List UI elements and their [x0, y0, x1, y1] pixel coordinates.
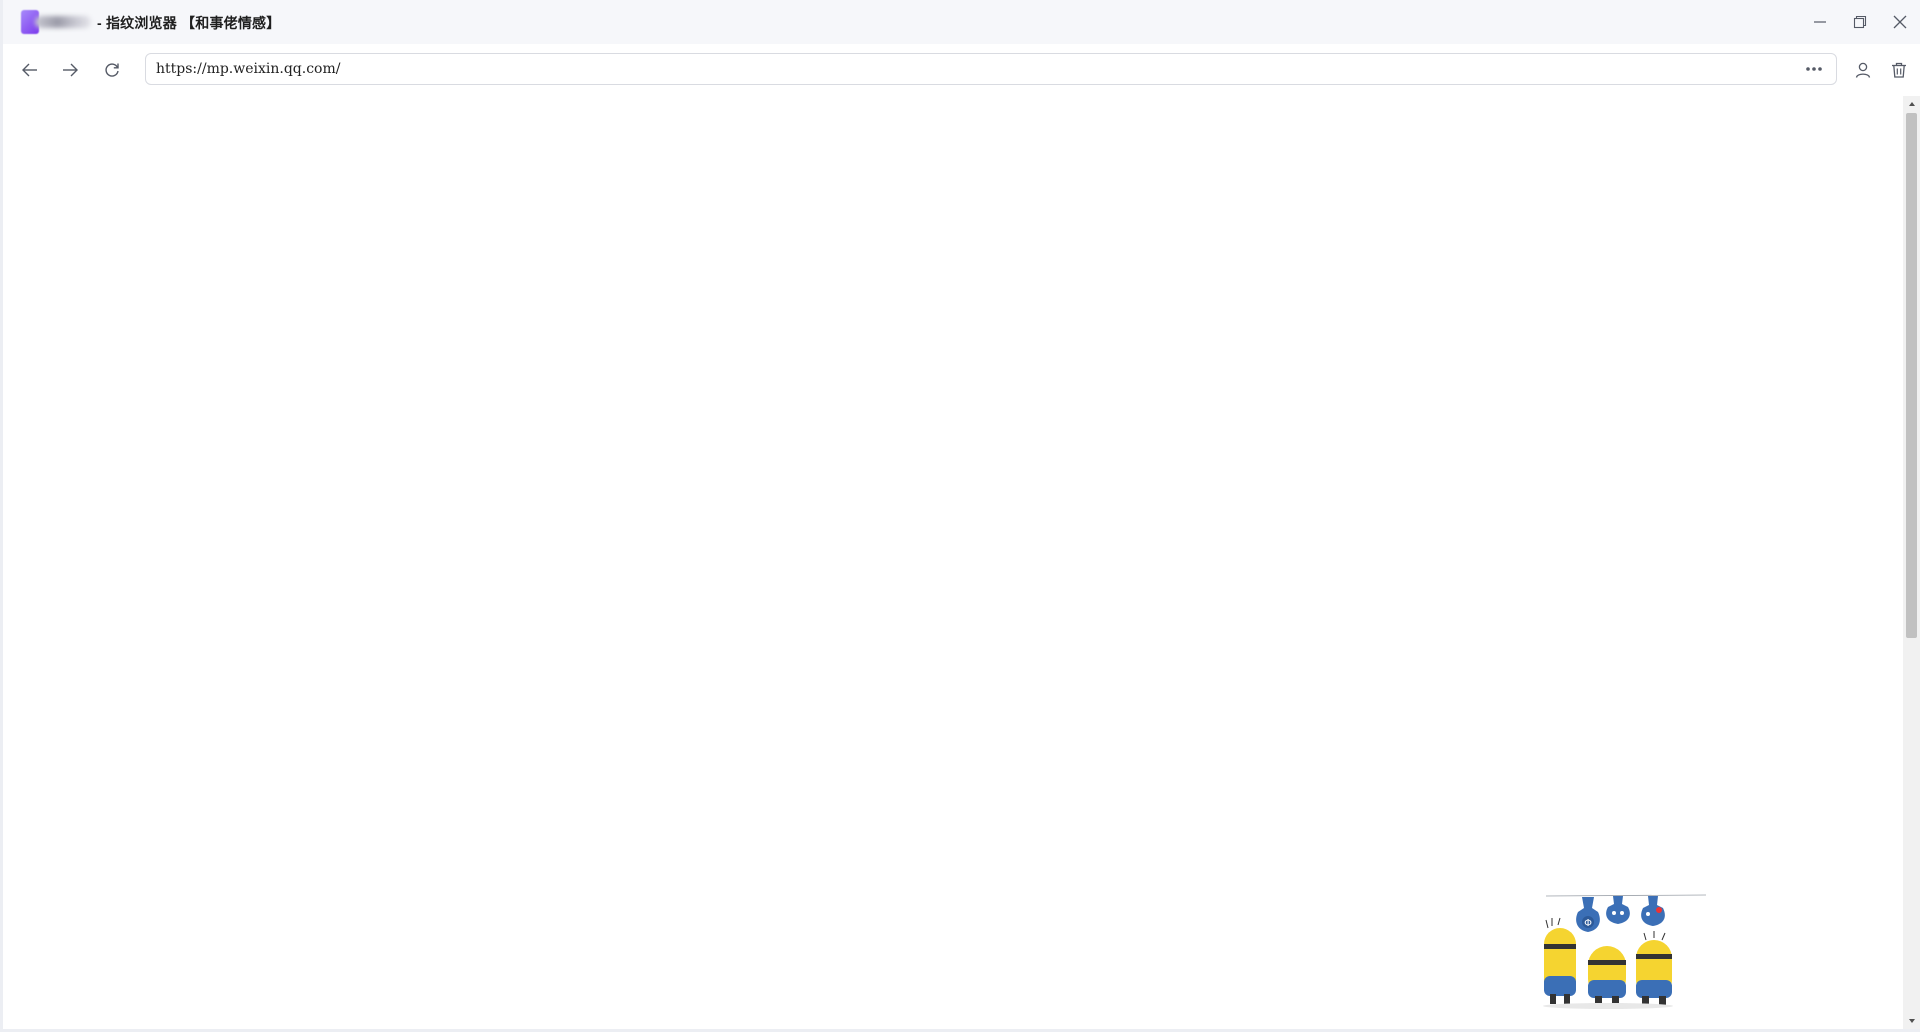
- reload-icon: [105, 63, 119, 77]
- forward-button[interactable]: [56, 56, 84, 84]
- address-bar: [145, 53, 1837, 85]
- restore-icon: [1853, 15, 1867, 29]
- vertical-scrollbar[interactable]: [1903, 96, 1920, 1029]
- caret-down-icon: [1908, 1019, 1915, 1023]
- hanging-overalls-2: [1606, 896, 1630, 924]
- minion-right: [1636, 931, 1672, 1005]
- back-button[interactable]: [16, 56, 44, 84]
- window-title: - 指纹浏览器 【和事佬情感】: [97, 15, 281, 31]
- restore-button[interactable]: [1846, 8, 1874, 36]
- minions-illustration: Φ: [1543, 894, 1707, 1009]
- reload-button[interactable]: [98, 56, 126, 84]
- scroll-thumb[interactable]: [1906, 113, 1917, 638]
- scroll-up-button[interactable]: [1903, 96, 1920, 112]
- hanging-overalls-3: [1641, 896, 1665, 926]
- app-logo: [15, 8, 93, 36]
- minion-left: [1544, 917, 1576, 1004]
- minion-middle: [1588, 946, 1626, 1005]
- url-input[interactable]: [146, 55, 1796, 83]
- title-bar: - 指纹浏览器 【和事佬情感】: [3, 0, 1920, 44]
- scroll-down-button[interactable]: [1903, 1013, 1920, 1029]
- minimize-icon: [1814, 21, 1826, 23]
- svg-text:Φ: Φ: [1584, 918, 1592, 929]
- address-more-button[interactable]: [1796, 55, 1832, 83]
- browser-window: - 指纹浏览器 【和事佬情感】 https://mp.weixin.qq.com…: [0, 0, 1920, 1032]
- minimize-button[interactable]: [1806, 8, 1834, 36]
- close-button[interactable]: [1886, 8, 1914, 36]
- app-logo-blurred-name: [35, 16, 91, 28]
- hanging-overalls-1: Φ: [1576, 897, 1600, 932]
- user-icon: [1855, 62, 1871, 78]
- close-icon: [1893, 15, 1907, 29]
- clear-data-button[interactable]: [1885, 56, 1913, 84]
- arrow-right-icon: [63, 63, 78, 77]
- arrow-left-icon: [22, 63, 37, 77]
- caret-up-icon: [1908, 102, 1915, 106]
- profile-button[interactable]: [1849, 56, 1877, 84]
- trash-icon: [1892, 62, 1906, 78]
- browser-toolbar: [3, 44, 1920, 96]
- more-horizontal-icon: [1806, 67, 1822, 71]
